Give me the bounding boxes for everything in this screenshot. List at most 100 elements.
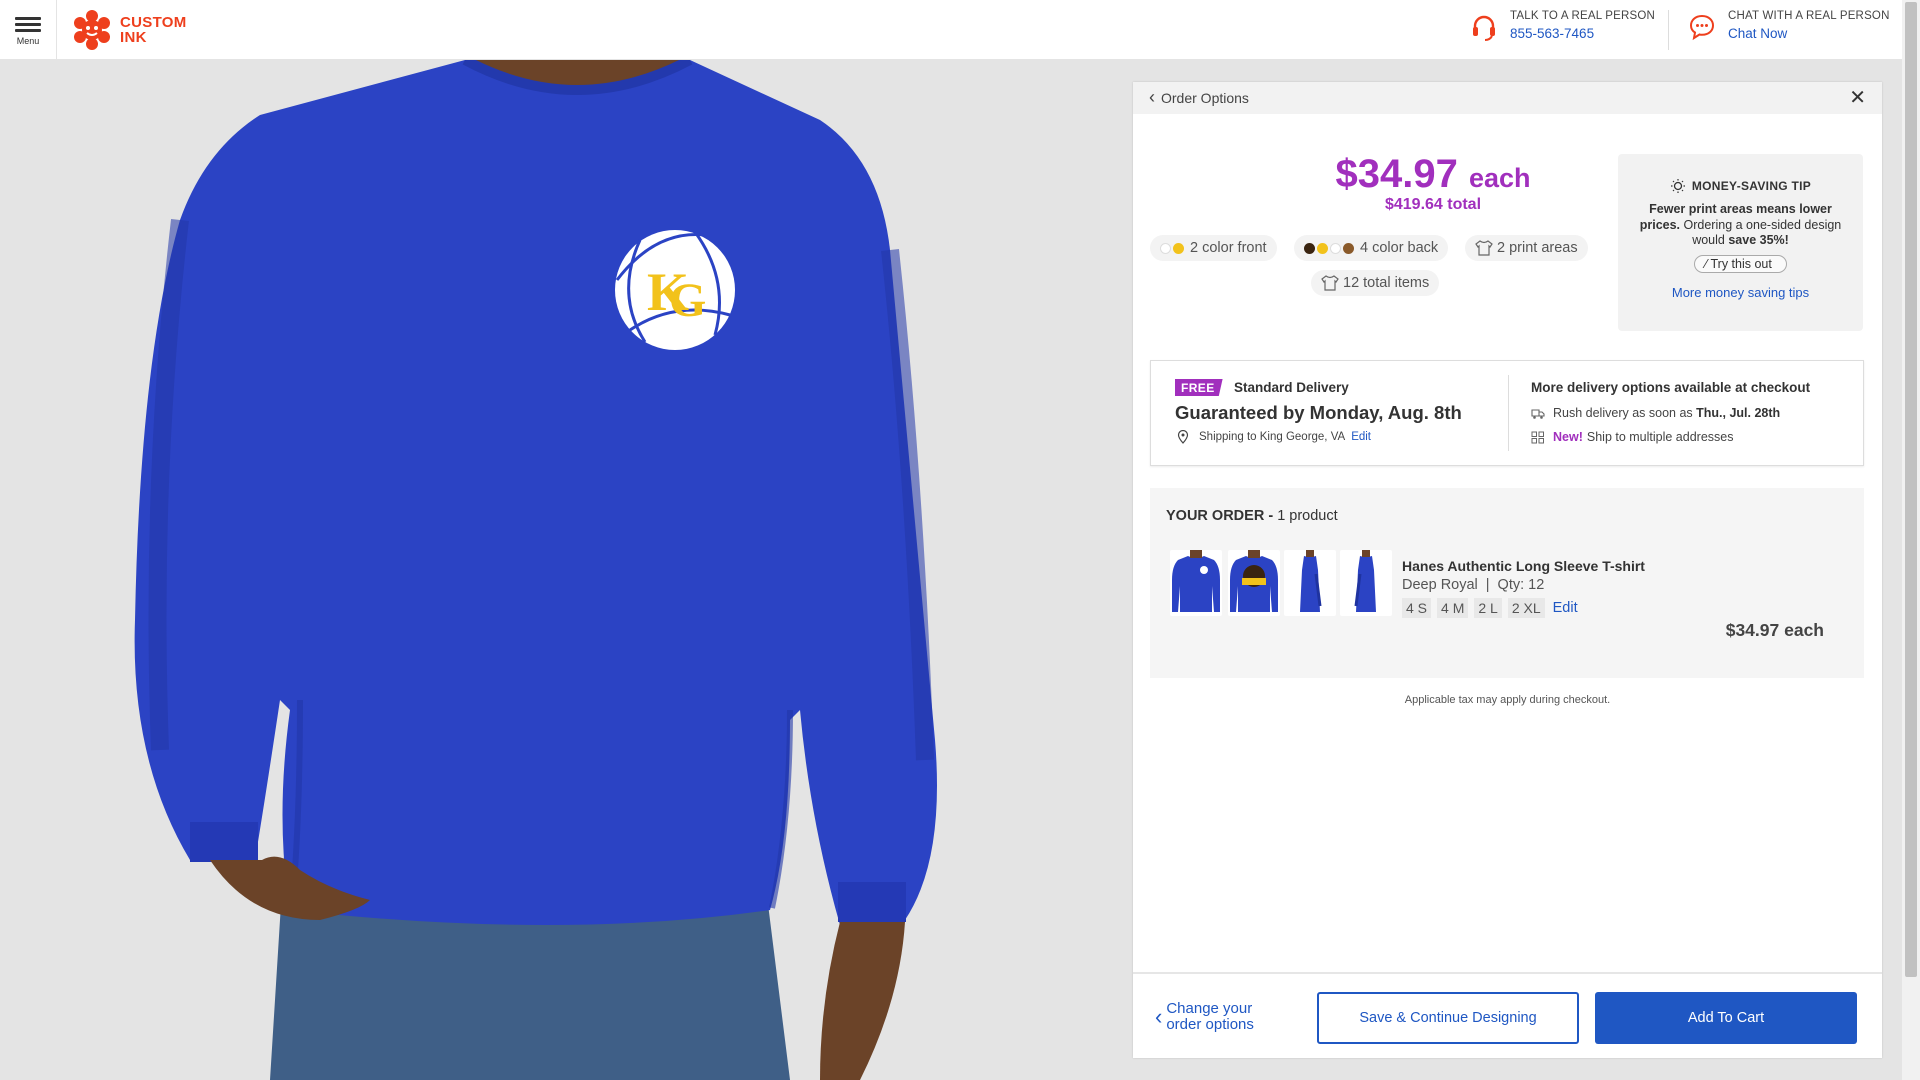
shipping-location: Shipping to King George, VA Edit	[1177, 430, 1371, 444]
tip-body: Fewer print areas means lower prices. Or…	[1628, 202, 1853, 249]
back-colors-pill: 4 color back	[1294, 235, 1449, 261]
product-thumbnail-front[interactable]	[1170, 550, 1222, 616]
price-each-value: $34.97	[1335, 152, 1458, 196]
phone-contact: TALK TO A REAL PERSON 855-563-7465	[1470, 10, 1655, 41]
page-scrollbar[interactable]	[1902, 0, 1920, 1080]
your-order-label: YOUR ORDER -	[1166, 508, 1274, 524]
product-price: $34.97 each	[1725, 620, 1824, 640]
svg-text:G: G	[669, 274, 706, 327]
product-count: 1 product	[1277, 508, 1338, 524]
new-label: New!	[1553, 430, 1583, 444]
price-each-suffix: each	[1468, 163, 1531, 193]
size-chip: 4 M	[1437, 598, 1469, 618]
custom-ink-logo[interactable]: CUSTOM INK	[70, 8, 187, 52]
delivery-divider	[1508, 375, 1509, 451]
change-line1: Change your	[1166, 1000, 1253, 1017]
phone-number-link[interactable]: 855-563-7465	[1510, 26, 1655, 41]
grid-icon	[1531, 431, 1544, 443]
lightbulb-icon	[1670, 179, 1685, 193]
back-colors-label: 4 color back	[1360, 240, 1439, 256]
panel-footer: ‹ Change your order options Save & Conti…	[1133, 972, 1882, 1058]
your-order-box: YOUR ORDER - 1 product Hanes Authentic L…	[1150, 488, 1864, 678]
menu-label: Menu	[16, 36, 40, 46]
rush-text: Rush delivery as soon as	[1553, 406, 1693, 420]
edit-sizes-link[interactable]: Edit	[1553, 600, 1578, 616]
shipping-to-text: Shipping to King George, VA	[1199, 431, 1346, 443]
chat-now-link[interactable]: Chat Now	[1728, 26, 1890, 41]
shirt-outline-icon	[1475, 240, 1493, 256]
color-swatch-brown	[1343, 242, 1354, 254]
close-icon[interactable]: ✕	[1849, 88, 1866, 108]
rush-delivery-row: Rush delivery as soon as Thu., Jul. 28th	[1531, 406, 1780, 420]
product-color: Deep Royal	[1402, 577, 1478, 593]
color-swatch-dark-brown	[1304, 242, 1315, 254]
truck-icon	[1531, 408, 1545, 419]
phone-label: TALK TO A REAL PERSON	[1510, 10, 1656, 22]
order-options-back-link[interactable]: ‹ Order Options	[1149, 86, 1249, 108]
logo-line1: CUSTOM	[120, 14, 187, 31]
change-order-options-link[interactable]: ‹ Change your order options	[1155, 1001, 1254, 1033]
color-swatch-white	[1160, 242, 1171, 254]
panel-topbar: ‹ Order Options ✕	[1133, 82, 1882, 114]
front-colors-pill: 2 color front	[1150, 235, 1277, 261]
product-name: Hanes Authentic Long Sleeve T-shirt	[1402, 558, 1645, 574]
save-continue-designing-button[interactable]: Save & Continue Designing	[1317, 992, 1579, 1044]
total-items-label: 12 total items	[1343, 275, 1430, 291]
more-delivery-title: More delivery options available at check…	[1531, 380, 1811, 395]
free-badge: FREE	[1175, 379, 1223, 396]
chat-label: CHAT WITH A REAL PERSON	[1728, 10, 1890, 22]
edit-shipping-link[interactable]: Edit	[1351, 431, 1371, 443]
map-pin-icon	[1177, 430, 1189, 444]
rush-date: Thu., Jul. 28th	[1696, 406, 1781, 420]
size-chip: 2 L	[1474, 598, 1502, 618]
price-each: $34.97 each	[1283, 152, 1583, 197]
magic-wand-icon: ⁄	[1705, 256, 1708, 271]
money-saving-tip: MONEY-SAVING TIP Fewer print areas means…	[1618, 154, 1863, 331]
site-header: Menu CUSTOM INK TALK TO A REAL PERSON 85…	[0, 0, 1902, 60]
shirt-model-image: K G	[134, 60, 938, 1080]
change-line2: order options	[1166, 1016, 1254, 1033]
tip-body-save: save 35%!	[1728, 233, 1789, 247]
multi-address-text: Ship to multiple addresses	[1586, 430, 1734, 444]
standard-delivery-label: Standard Delivery	[1234, 380, 1349, 395]
color-swatch-white	[1330, 242, 1341, 254]
your-order-title: YOUR ORDER - 1 product	[1166, 508, 1338, 524]
headset-icon	[1473, 15, 1495, 41]
scrollbar-thumb[interactable]	[1905, 2, 1917, 977]
try-this-out-label: Try this out	[1710, 256, 1772, 271]
guaranteed-date: Guaranteed by Monday, Aug. 8th	[1175, 402, 1462, 423]
size-chip: 4 S	[1402, 598, 1432, 618]
chat-contact: CHAT WITH A REAL PERSON Chat Now	[1688, 10, 1890, 41]
try-this-out-button[interactable]: ⁄ Try this out	[1694, 254, 1787, 273]
header-divider	[1668, 10, 1669, 50]
total-items-pill: 12 total items	[1311, 270, 1440, 296]
product-details: Deep Royal | Qty: 12	[1402, 577, 1545, 593]
logo-icon	[74, 10, 110, 50]
chevron-left-icon: ‹	[1149, 86, 1155, 107]
size-chip: 2 XL	[1507, 598, 1545, 618]
order-options-label: Order Options	[1161, 90, 1249, 106]
color-swatch-gold	[1173, 242, 1184, 254]
tip-title: MONEY-SAVING TIP	[1628, 178, 1853, 194]
price-total: $419.64 total	[1384, 196, 1482, 213]
product-qty: Qty: 12	[1497, 577, 1545, 593]
shirt-stack-icon	[1321, 275, 1339, 291]
size-breakdown: 4 S 4 M 2 L 2 XL Edit	[1402, 598, 1578, 618]
print-areas-label: 2 print areas	[1497, 240, 1578, 256]
tax-note: Applicable tax may apply during checkout…	[1404, 694, 1611, 706]
add-to-cart-button[interactable]: Add To Cart	[1595, 992, 1857, 1044]
logo-wordmark: CUSTOM INK	[120, 15, 187, 45]
hamburger-icon	[15, 14, 41, 35]
more-money-saving-tips-link[interactable]: More money saving tips	[1628, 285, 1853, 300]
product-thumbnail-back[interactable]	[1228, 550, 1280, 616]
color-swatch-gold	[1317, 242, 1328, 254]
chevron-left-icon: ‹	[1155, 1004, 1163, 1029]
logo-line2: INK	[120, 29, 147, 46]
multi-address-row: New! Ship to multiple addresses	[1531, 430, 1733, 444]
delivery-box: FREE Standard Delivery Guaranteed by Mon…	[1150, 360, 1864, 466]
tip-title-text: MONEY-SAVING TIP	[1691, 179, 1812, 193]
menu-button[interactable]: Menu	[0, 0, 57, 60]
chat-bubble-icon	[1689, 14, 1715, 41]
product-thumbnail-right[interactable]	[1340, 550, 1392, 616]
product-thumbnail-left[interactable]	[1284, 550, 1336, 616]
